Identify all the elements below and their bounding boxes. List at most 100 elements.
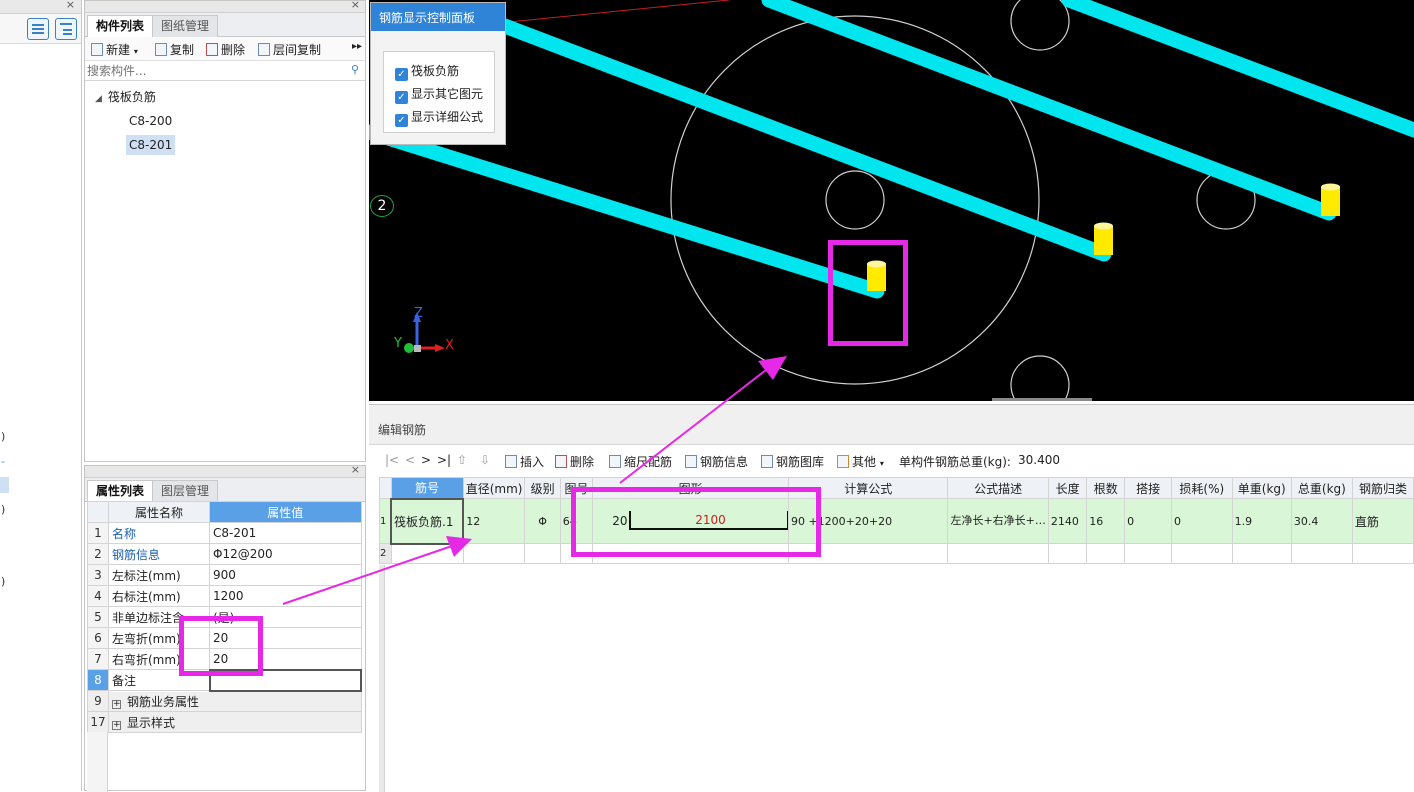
- tree-node-root[interactable]: ◢ 筏板负筋: [95, 87, 156, 107]
- strip-text: ): [1, 575, 6, 588]
- rebar-name-cell[interactable]: 筏板负筋.1: [390, 497, 465, 545]
- z-axis-label: Z: [414, 306, 423, 321]
- option-show-detailed-formula[interactable]: ✓ 显示详细公式: [395, 108, 483, 127]
- panel-titlebar: ×: [85, 463, 365, 478]
- close-icon[interactable]: ×: [351, 463, 360, 476]
- delete-row-button[interactable]: 删除: [555, 453, 594, 470]
- x-axis-label: X: [445, 338, 454, 353]
- row-gutter: [379, 565, 385, 792]
- close-icon[interactable]: ×: [351, 0, 360, 11]
- left-side-panel: × ) - ) ): [0, 0, 82, 791]
- last-button[interactable]: >|: [437, 453, 451, 467]
- delete-button[interactable]: 删除: [206, 41, 245, 58]
- move-up-icon[interactable]: ⇧: [457, 453, 467, 467]
- control-panel-title: 钢筋显示控制面板: [371, 3, 505, 31]
- column-header: 长度: [1047, 477, 1088, 499]
- edit-rebar-title: 编辑钢筋: [369, 405, 1414, 445]
- more-icon[interactable]: ▸▸: [352, 41, 362, 52]
- panel-titlebar: ×: [85, 0, 365, 13]
- search-icon[interactable]: ⚲: [351, 63, 359, 76]
- column-header: 钢筋归类: [1351, 477, 1414, 499]
- detail-view-icon[interactable]: [55, 18, 77, 40]
- scale-rebar-icon: [609, 455, 621, 468]
- table-row[interactable]: 2: [379, 543, 1414, 564]
- move-down-icon[interactable]: ⇩: [480, 453, 490, 467]
- highlight-box-shape: [571, 487, 821, 557]
- close-icon[interactable]: ×: [66, 0, 75, 11]
- first-button[interactable]: |<: [385, 453, 399, 467]
- table-row[interactable]: 1 名称 C8-201: [87, 522, 362, 544]
- axis-number-badge: 2: [370, 195, 394, 217]
- search-input[interactable]: [87, 62, 337, 79]
- tab-component-list[interactable]: 构件列表: [87, 15, 154, 37]
- table-row-group[interactable]: 17 + 显示样式: [87, 711, 362, 733]
- control-options: ✓ 筏板负筋 ✓ 显示其它图元 ✓ 显示详细公式: [383, 51, 495, 133]
- highlight-box-3d: [828, 240, 908, 346]
- total-weight-label: 单构件钢筋总重(kg):: [899, 455, 1011, 469]
- scale-rebar-button[interactable]: 缩尺配筋: [609, 453, 672, 470]
- table-row[interactable]: 4 右标注(mm) 1200: [87, 585, 362, 607]
- component-list-panel: × 构件列表 图纸管理 新建 ▾ 复制 删除 层间复制 ▸▸ ⚲ ◢筏板负筋 C…: [84, 0, 366, 462]
- tab-layer-management[interactable]: 图层管理: [152, 480, 219, 502]
- floor-copy-icon: [258, 43, 270, 56]
- column-header: 属性名称: [108, 501, 210, 523]
- column-header: 总重(kg): [1290, 477, 1353, 499]
- strip-text: ): [1, 503, 6, 516]
- new-icon: [91, 43, 103, 56]
- option-show-other-elements[interactable]: ✓ 显示其它图元: [395, 85, 483, 104]
- tree-item-selected[interactable]: C8-201: [126, 135, 176, 155]
- other-button[interactable]: 其他 ▾: [837, 453, 884, 470]
- highlight-box-bends: [179, 616, 263, 676]
- option-raft-negative-rebar[interactable]: ✓ 筏板负筋: [395, 62, 459, 81]
- component-tabs: 构件列表 图纸管理: [85, 13, 365, 37]
- expand-icon[interactable]: +: [112, 720, 121, 730]
- column-header: 搭接: [1124, 477, 1172, 499]
- copy-icon: [155, 43, 167, 56]
- strip-selection: [0, 477, 9, 493]
- property-tabs: 属性列表 图层管理: [85, 478, 365, 502]
- strip-text: ): [1, 430, 6, 443]
- table-row[interactable]: 1 筏板负筋.1 12 Φ 64 20 2100 20 90 +1200+20+…: [379, 497, 1414, 545]
- left-panel-toolbar: [0, 14, 81, 44]
- strip-text: -: [1, 455, 5, 468]
- column-header: 根数: [1086, 477, 1126, 499]
- edit-rebar-panel: 编辑钢筋 |< < > >| ⇧ ⇩ 插入 删除 缩尺配筋 钢筋信息 钢筋图库 …: [369, 404, 1414, 792]
- column-header: 单重(kg): [1231, 477, 1292, 499]
- y-axis-label: Y: [394, 336, 402, 351]
- checkbox-checked-icon[interactable]: ✓: [395, 91, 408, 104]
- checkbox-checked-icon[interactable]: ✓: [395, 68, 408, 81]
- rebar-info-icon: [685, 455, 697, 468]
- collapse-icon[interactable]: ◢: [95, 94, 102, 104]
- row-gutter: [87, 732, 108, 792]
- tab-drawing-management[interactable]: 图纸管理: [152, 15, 219, 37]
- next-button[interactable]: >: [421, 453, 431, 467]
- delete-icon: [206, 43, 218, 56]
- other-icon: [837, 455, 849, 468]
- list-view-icon[interactable]: [27, 18, 49, 40]
- component-search: ⚲: [85, 61, 365, 81]
- rebar-library-button[interactable]: 钢筋图库: [761, 453, 824, 470]
- new-button[interactable]: 新建 ▾: [91, 41, 138, 58]
- left-panel-titlebar: ×: [0, 0, 81, 14]
- column-header: 损耗(%): [1170, 477, 1233, 499]
- component-toolbar: 新建 ▾ 复制 删除 层间复制 ▸▸: [85, 37, 365, 61]
- rebar-table: 筋号 直径(mm) 级别 图号 图形 计算公式 公式描述 长度 根数 搭接 损耗…: [379, 477, 1414, 564]
- tab-property-list[interactable]: 属性列表: [87, 480, 154, 502]
- expand-icon[interactable]: +: [112, 699, 121, 709]
- table-row-group[interactable]: 9 + 钢筋业务属性: [87, 690, 362, 712]
- floor-copy-button[interactable]: 层间复制: [258, 41, 321, 58]
- checkbox-checked-icon[interactable]: ✓: [395, 114, 408, 127]
- insert-button[interactable]: 插入: [505, 453, 544, 470]
- column-header: 公式描述: [947, 477, 1049, 499]
- column-header: 直径(mm): [462, 477, 526, 499]
- tree-item[interactable]: C8-200: [129, 111, 172, 131]
- copy-button[interactable]: 复制: [155, 41, 194, 58]
- column-header: 筋号: [390, 477, 464, 499]
- delete-icon: [555, 455, 567, 468]
- view-resize-handle[interactable]: [992, 398, 1092, 401]
- total-weight-value: 30.400: [1018, 453, 1060, 467]
- table-row[interactable]: 2 钢筋信息 Φ12@200: [87, 543, 362, 565]
- table-row[interactable]: 3 左标注(mm) 900: [87, 564, 362, 586]
- prev-button[interactable]: <: [405, 453, 415, 467]
- rebar-info-button[interactable]: 钢筋信息: [685, 453, 748, 470]
